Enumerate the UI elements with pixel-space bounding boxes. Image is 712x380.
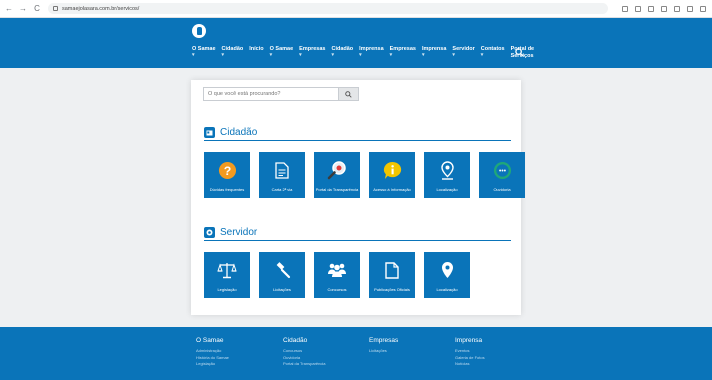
tile-concursos[interactable]: Concursos (314, 252, 360, 298)
chat-icon (492, 160, 512, 180)
nav-item[interactable]: Imprensa ▾ (359, 46, 383, 60)
tile-carta[interactable]: Carta 2ª via (259, 152, 305, 198)
search-input[interactable] (204, 88, 338, 100)
search-button[interactable] (338, 88, 358, 100)
svg-text:?: ? (223, 163, 231, 177)
nav-item[interactable]: Servidor ▾ (452, 46, 474, 60)
share-icon[interactable] (648, 5, 654, 12)
nav-item[interactable]: Início (249, 46, 263, 60)
tile-acesso-informacao[interactable]: Acesso à Informação (369, 152, 415, 198)
zoom-icon[interactable] (635, 5, 641, 12)
tile-localizacao-servidor[interactable]: Localização (424, 252, 470, 298)
site-header: O Samae ▾ Cidadão ▾ Início O Samae ▾ Empres… (0, 18, 712, 68)
gavel-icon (272, 260, 292, 280)
id-card-icon (204, 127, 215, 138)
section-title: Servidor (220, 227, 258, 238)
cidadao-tiles: ? Dúvidas frequentes Carta 2ª via Portal… (204, 152, 525, 198)
nav-item[interactable]: Empresas ▾ (299, 46, 325, 60)
services-card: Cidadão ? Dúvidas frequentes Carta 2ª vi… (191, 80, 525, 315)
search-icon (345, 90, 352, 98)
nav-item[interactable]: Imprensa ▾ (422, 46, 446, 60)
footer-link[interactable]: Portal da Transparência (283, 361, 325, 368)
footer-heading: Imprensa (455, 337, 483, 344)
footer-heading: O Samae (196, 337, 224, 344)
star-icon[interactable] (661, 5, 667, 12)
footer-column: Imprensa Eventos Galeria de Fotos Notíci… (455, 337, 485, 368)
site-footer: O Samae Administração História do Samae … (0, 327, 712, 380)
section-divider (204, 240, 511, 241)
footer-link[interactable]: Notícias (455, 361, 485, 368)
site-logo[interactable] (192, 24, 206, 38)
search-form (203, 87, 359, 101)
nav-item[interactable]: Cidadão ▾ (331, 46, 353, 60)
badge-icon (204, 227, 215, 238)
sidebar-icon[interactable] (687, 5, 693, 12)
profile-icon[interactable] (700, 5, 706, 12)
magnifier-icon (327, 160, 347, 180)
tile-localizacao[interactable]: Localização (424, 152, 470, 198)
footer-link[interactable]: Licitações (369, 348, 398, 355)
scales-icon (217, 260, 237, 280)
people-icon (327, 260, 347, 280)
location-icon (437, 260, 457, 280)
forward-button[interactable]: → (18, 4, 28, 14)
nav-item[interactable]: Empresas ▾ (390, 46, 416, 60)
search-icon[interactable] (515, 48, 524, 57)
section-divider (204, 140, 511, 141)
footer-column: O Samae Administração História do Samae … (196, 337, 229, 368)
back-button[interactable]: ← (4, 4, 14, 14)
info-icon (382, 160, 402, 180)
section-title: Cidadão (220, 127, 258, 138)
cidadao-heading: Cidadão (204, 127, 257, 138)
tile-transparencia[interactable]: Portal da Transparência (314, 152, 360, 198)
tile-duvidas[interactable]: ? Dúvidas frequentes (204, 152, 250, 198)
reload-button[interactable]: C (32, 4, 42, 14)
footer-column: Cidadão Concursos Ouvidoria Portal da Tr… (283, 337, 325, 368)
nav-item[interactable]: O Samae ▾ (270, 46, 294, 60)
browser-toolbar: ← → C samaejolasara.com.br/servicos/ (0, 0, 712, 18)
tile-publicacoes[interactable]: Publicações Oficiais (369, 252, 415, 298)
main-nav: O Samae ▾ Cidadão ▾ Início O Samae ▾ Empres… (192, 46, 543, 60)
document-icon (272, 160, 292, 180)
lock-icon (53, 6, 58, 11)
download-icon[interactable] (674, 5, 680, 12)
translate-icon[interactable] (622, 5, 628, 12)
footer-heading: Cidadão (283, 337, 308, 344)
tile-licitacoes[interactable]: Licitações (259, 252, 305, 298)
servidor-heading: Servidor (204, 227, 257, 238)
nav-item[interactable]: O Samae ▾ (192, 46, 216, 60)
url-text: samaejolasara.com.br/servicos/ (62, 5, 140, 12)
footer-heading: Empresas (369, 337, 399, 344)
address-bar[interactable]: samaejolasara.com.br/servicos/ (48, 3, 608, 14)
question-icon: ? (217, 160, 237, 180)
tile-legislacao[interactable]: Legislação (204, 252, 250, 298)
map-pin-icon (437, 160, 457, 180)
nav-item[interactable]: Cidadão ▾ (222, 46, 244, 60)
footer-link[interactable]: Legislação (196, 361, 229, 368)
file-icon (382, 260, 402, 280)
footer-column: Empresas Licitações (369, 337, 398, 355)
servidor-tiles: Legislação Licitações Concursos Publicaç… (204, 252, 470, 298)
nav-item[interactable]: Contatos ▾ (481, 46, 505, 60)
tile-ouvidoria[interactable]: Ouvidoria (479, 152, 525, 198)
